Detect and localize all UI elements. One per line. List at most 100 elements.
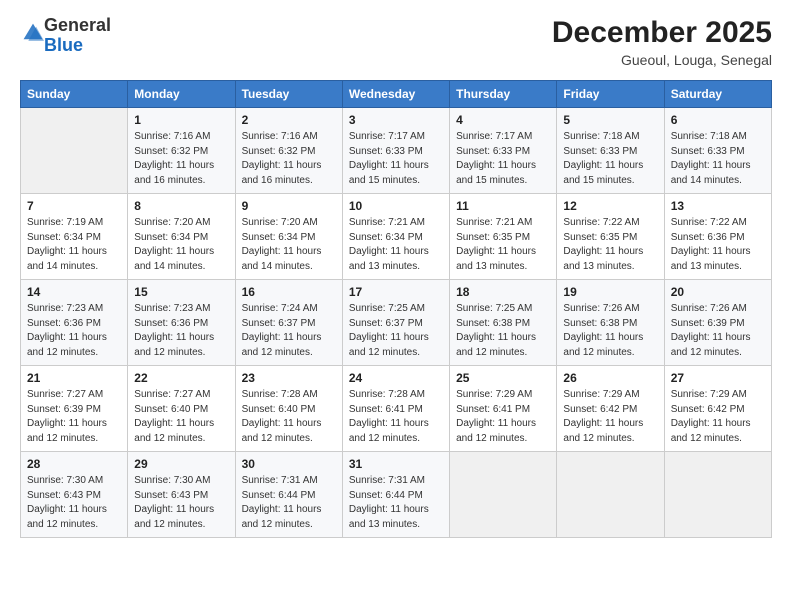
day-info: Sunrise: 7:18 AM Sunset: 6:33 PM Dayligh… (563, 130, 657, 188)
day-info: Sunrise: 7:17 AM Sunset: 6:33 PM Dayligh… (349, 130, 443, 188)
day-number: 5 (563, 113, 657, 127)
day-number: 11 (456, 199, 550, 213)
day-info: Sunrise: 7:22 AM Sunset: 6:35 PM Dayligh… (563, 216, 657, 274)
calendar-week-row: 14 Sunrise: 7:23 AM Sunset: 6:36 PM Dayli… (21, 280, 772, 366)
day-info: Sunrise: 7:30 AM Sunset: 6:43 PM Dayligh… (27, 474, 121, 532)
calendar-table: SundayMondayTuesdayWednesdayThursdayFrid… (20, 80, 772, 538)
day-info: Sunrise: 7:31 AM Sunset: 6:44 PM Dayligh… (242, 474, 336, 532)
day-number: 6 (671, 113, 765, 127)
header-day: Monday (128, 81, 235, 108)
calendar-cell: 13Sunrise: 7:22 AM Sunset: 6:36 PM Dayli… (664, 194, 771, 280)
day-number: 25 (456, 371, 550, 385)
calendar-cell: 1Sunrise: 7:16 AM Sunset: 6:32 PM Daylig… (128, 108, 235, 194)
day-number: 22 (134, 371, 228, 385)
day-info: Sunrise: 7:27 AM Sunset: 6:40 PM Dayligh… (134, 388, 228, 446)
day-number: 21 (27, 371, 121, 385)
day-info: Sunrise: 7:29 AM Sunset: 6:42 PM Dayligh… (671, 388, 765, 446)
day-number: 20 (671, 285, 765, 299)
header-day: Tuesday (235, 81, 342, 108)
day-number: 13 (671, 199, 765, 213)
day-number: 12 (563, 199, 657, 213)
calendar-cell (557, 452, 664, 538)
day-info: Sunrise: 7:25 AM Sunset: 6:37 PM Dayligh… (349, 302, 443, 360)
calendar-subtitle: Gueoul, Louga, Senegal (552, 52, 772, 68)
day-info: Sunrise: 7:24 AM Sunset: 6:37 PM Dayligh… (242, 302, 336, 360)
day-info: Sunrise: 7:23 AM Sunset: 6:36 PM Dayligh… (27, 302, 121, 360)
day-number: 17 (349, 285, 443, 299)
calendar-cell: 16Sunrise: 7:24 AM Sunset: 6:37 PM Dayli… (235, 280, 342, 366)
calendar-cell (21, 108, 128, 194)
calendar-cell: 5 Sunrise: 7:18 AM Sunset: 6:33 PM Daylig… (557, 108, 664, 194)
calendar-cell: 11 Sunrise: 7:21 AM Sunset: 6:35 PM Dayli… (450, 194, 557, 280)
calendar-cell: 17 Sunrise: 7:25 AM Sunset: 6:37 PM Dayli… (342, 280, 449, 366)
calendar-cell: 31 Sunrise: 7:31 AM Sunset: 6:44 PM Dayli… (342, 452, 449, 538)
day-number: 19 (563, 285, 657, 299)
calendar-week-row: 21 Sunrise: 7:27 AM Sunset: 6:39 PM Dayli… (21, 366, 772, 452)
day-number: 31 (349, 457, 443, 471)
day-number: 8 (134, 199, 228, 213)
header-day: Friday (557, 81, 664, 108)
day-number: 29 (134, 457, 228, 471)
calendar-cell: 3 Sunrise: 7:17 AM Sunset: 6:33 PM Daylig… (342, 108, 449, 194)
day-number: 14 (27, 285, 121, 299)
day-number: 23 (242, 371, 336, 385)
day-number: 4 (456, 113, 550, 127)
day-number: 10 (349, 199, 443, 213)
calendar-cell: 12 Sunrise: 7:22 AM Sunset: 6:35 PM Dayli… (557, 194, 664, 280)
calendar-cell: 4 Sunrise: 7:17 AM Sunset: 6:33 PM Daylig… (450, 108, 557, 194)
calendar-cell (450, 452, 557, 538)
day-info: Sunrise: 7:26 AM Sunset: 6:39 PM Dayligh… (671, 302, 765, 360)
day-info: Sunrise: 7:23 AM Sunset: 6:36 PM Dayligh… (134, 302, 228, 360)
calendar-cell: 28 Sunrise: 7:30 AM Sunset: 6:43 PM Dayli… (21, 452, 128, 538)
logo: General Blue (20, 16, 111, 56)
day-number: 2 (242, 113, 336, 127)
calendar-title: December 2025 (552, 16, 772, 50)
day-number: 3 (349, 113, 443, 127)
day-info: Sunrise: 7:19 AM Sunset: 6:34 PM Dayligh… (27, 216, 121, 274)
day-info: Sunrise: 7:17 AM Sunset: 6:33 PM Dayligh… (456, 130, 550, 188)
day-number: 7 (27, 199, 121, 213)
day-info: Sunrise: 7:29 AM Sunset: 6:42 PM Dayligh… (563, 388, 657, 446)
day-info: Sunrise: 7:27 AM Sunset: 6:39 PM Dayligh… (27, 388, 121, 446)
day-number: 9 (242, 199, 336, 213)
day-info: Sunrise: 7:16 AM Sunset: 6:32 PM Dayligh… (134, 130, 228, 188)
logo-icon (22, 22, 44, 44)
day-info: Sunrise: 7:21 AM Sunset: 6:35 PM Dayligh… (456, 216, 550, 274)
day-number: 15 (134, 285, 228, 299)
header-day: Wednesday (342, 81, 449, 108)
calendar-cell: 26 Sunrise: 7:29 AM Sunset: 6:42 PM Dayli… (557, 366, 664, 452)
day-number: 28 (27, 457, 121, 471)
logo-text: General Blue (44, 16, 111, 56)
day-info: Sunrise: 7:31 AM Sunset: 6:44 PM Dayligh… (349, 474, 443, 532)
day-info: Sunrise: 7:16 AM Sunset: 6:32 PM Dayligh… (242, 130, 336, 188)
logo-general: General (44, 15, 111, 35)
calendar-cell: 18Sunrise: 7:25 AM Sunset: 6:38 PM Dayli… (450, 280, 557, 366)
calendar-week-row: 1Sunrise: 7:16 AM Sunset: 6:32 PM Daylig… (21, 108, 772, 194)
day-info: Sunrise: 7:28 AM Sunset: 6:41 PM Dayligh… (349, 388, 443, 446)
calendar-week-row: 7 Sunrise: 7:19 AM Sunset: 6:34 PM Daylig… (21, 194, 772, 280)
day-info: Sunrise: 7:28 AM Sunset: 6:40 PM Dayligh… (242, 388, 336, 446)
calendar-cell: 23 Sunrise: 7:28 AM Sunset: 6:40 PM Dayli… (235, 366, 342, 452)
calendar-cell: 8Sunrise: 7:20 AM Sunset: 6:34 PM Daylig… (128, 194, 235, 280)
calendar-cell: 29Sunrise: 7:30 AM Sunset: 6:43 PM Dayli… (128, 452, 235, 538)
calendar-cell: 25Sunrise: 7:29 AM Sunset: 6:41 PM Dayli… (450, 366, 557, 452)
day-number: 30 (242, 457, 336, 471)
page: General Blue December 2025 Gueoul, Louga… (0, 0, 792, 612)
day-number: 24 (349, 371, 443, 385)
day-info: Sunrise: 7:26 AM Sunset: 6:38 PM Dayligh… (563, 302, 657, 360)
header-day: Saturday (664, 81, 771, 108)
calendar-cell: 24 Sunrise: 7:28 AM Sunset: 6:41 PM Dayli… (342, 366, 449, 452)
header-day: Thursday (450, 81, 557, 108)
header-day: Sunday (21, 81, 128, 108)
calendar-cell: 22 Sunrise: 7:27 AM Sunset: 6:40 PM Dayli… (128, 366, 235, 452)
calendar-cell: 27 Sunrise: 7:29 AM Sunset: 6:42 PM Dayli… (664, 366, 771, 452)
title-block: December 2025 Gueoul, Louga, Senegal (552, 16, 772, 68)
day-number: 26 (563, 371, 657, 385)
calendar-cell: 9Sunrise: 7:20 AM Sunset: 6:34 PM Daylig… (235, 194, 342, 280)
calendar-cell: 15 Sunrise: 7:23 AM Sunset: 6:36 PM Dayli… (128, 280, 235, 366)
day-number: 27 (671, 371, 765, 385)
calendar-cell: 6 Sunrise: 7:18 AM Sunset: 6:33 PM Daylig… (664, 108, 771, 194)
day-info: Sunrise: 7:18 AM Sunset: 6:33 PM Dayligh… (671, 130, 765, 188)
header-row: SundayMondayTuesdayWednesdayThursdayFrid… (21, 81, 772, 108)
calendar-cell: 30 Sunrise: 7:31 AM Sunset: 6:44 PM Dayli… (235, 452, 342, 538)
